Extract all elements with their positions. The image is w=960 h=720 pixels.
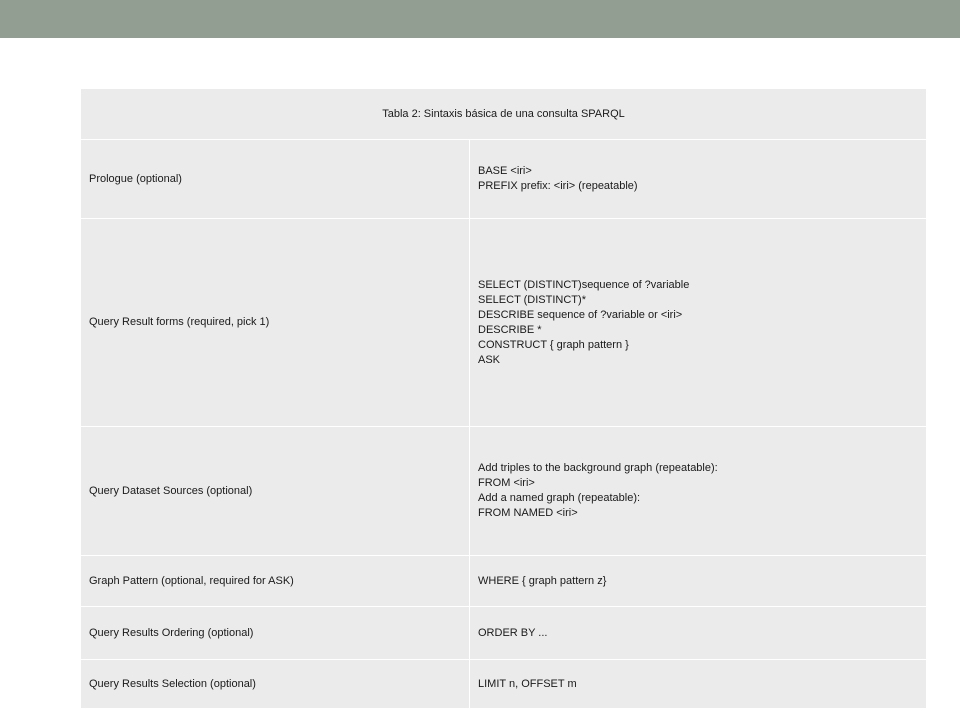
- table-row: Query Result forms (required, pick 1) SE…: [80, 218, 927, 427]
- table-row: Query Results Ordering (optional) ORDER …: [80, 606, 927, 660]
- table-caption: Tabla 2: Sintaxis básica de una consulta…: [80, 88, 927, 140]
- table-caption-row: Tabla 2: Sintaxis básica de una consulta…: [80, 88, 927, 140]
- syntax-line: Add triples to the background graph (rep…: [478, 462, 718, 474]
- row-syntax: ORDER BY ...: [469, 606, 927, 660]
- row-label: Graph Pattern (optional, required for AS…: [80, 555, 470, 607]
- table-row: Query Dataset Sources (optional) Add tri…: [80, 426, 927, 556]
- syntax-line: ASK: [478, 353, 501, 366]
- row-label: Prologue (optional): [80, 139, 470, 219]
- syntax-line: BASE <iri>: [478, 165, 532, 177]
- row-label: Query Results Ordering (optional): [80, 606, 470, 660]
- syntax-line: SELECT (DISTINCT)sequence of ?variable: [478, 278, 690, 291]
- row-syntax: BASE <iri> PREFIX prefix: <iri> (repeata…: [469, 139, 927, 219]
- syntax-line: CONSTRUCT { graph pattern }: [478, 338, 629, 351]
- syntax-line: FROM <iri>: [478, 477, 535, 489]
- syntax-line: LIMIT n, OFFSET m: [478, 677, 577, 690]
- row-syntax: LIMIT n, OFFSET m: [469, 659, 927, 709]
- syntax-line: PREFIX prefix: <iri> (repeatable): [478, 180, 638, 192]
- row-syntax: SELECT (DISTINCT)sequence of ?variable S…: [469, 218, 927, 427]
- syntax-line: SELECT (DISTINCT)*: [478, 293, 586, 306]
- row-syntax: WHERE { graph pattern z}: [469, 555, 927, 607]
- syntax-line: WHERE { graph pattern z}: [478, 574, 607, 587]
- row-label: Query Result forms (required, pick 1): [80, 218, 470, 427]
- syntax-line: ORDER BY ...: [478, 626, 548, 639]
- syntax-line: DESCRIBE sequence of ?variable or <iri>: [478, 308, 683, 321]
- syntax-line: DESCRIBE *: [478, 323, 542, 336]
- row-label: Query Dataset Sources (optional): [80, 426, 470, 556]
- table-row: Query Results Selection (optional) LIMIT…: [80, 659, 927, 709]
- syntax-line: FROM NAMED <iri>: [478, 507, 578, 519]
- table-row: Prologue (optional) BASE <iri> PREFIX pr…: [80, 139, 927, 219]
- row-syntax: Add triples to the background graph (rep…: [469, 426, 927, 556]
- row-label: Query Results Selection (optional): [80, 659, 470, 709]
- syntax-line: Add a named graph (repeatable):: [478, 492, 641, 504]
- table-row: Graph Pattern (optional, required for AS…: [80, 555, 927, 607]
- sparql-syntax-table: Tabla 2: Sintaxis básica de una consulta…: [80, 88, 927, 709]
- top-banner: [0, 0, 960, 38]
